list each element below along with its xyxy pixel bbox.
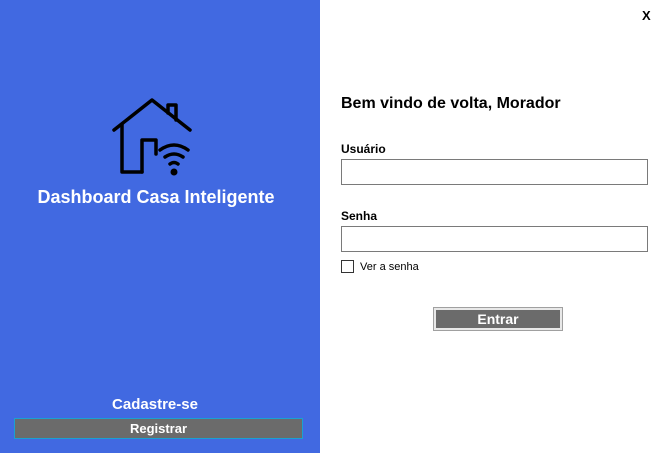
welcome-title: Bem vindo de volta, Morador <box>341 95 561 112</box>
smart-home-wifi-icon <box>112 98 192 176</box>
password-input[interactable] <box>341 226 648 252</box>
signup-label: Cadastre-se <box>112 396 198 413</box>
register-button[interactable]: Registrar <box>14 418 303 439</box>
enter-button[interactable]: Entrar <box>433 307 563 331</box>
app-title: Dashboard Casa Inteligente <box>37 187 275 207</box>
enter-button-label[interactable]: Entrar <box>436 310 560 328</box>
password-label: Senha <box>341 209 378 223</box>
username-label: Usuário <box>341 142 386 156</box>
show-password-label[interactable]: Ver a senha <box>360 261 419 273</box>
show-password-checkbox[interactable] <box>341 260 354 273</box>
close-button[interactable]: X <box>642 8 651 23</box>
left-panel: Dashboard Casa Inteligente Cadastre-se R… <box>0 0 320 453</box>
username-input[interactable] <box>341 159 648 185</box>
